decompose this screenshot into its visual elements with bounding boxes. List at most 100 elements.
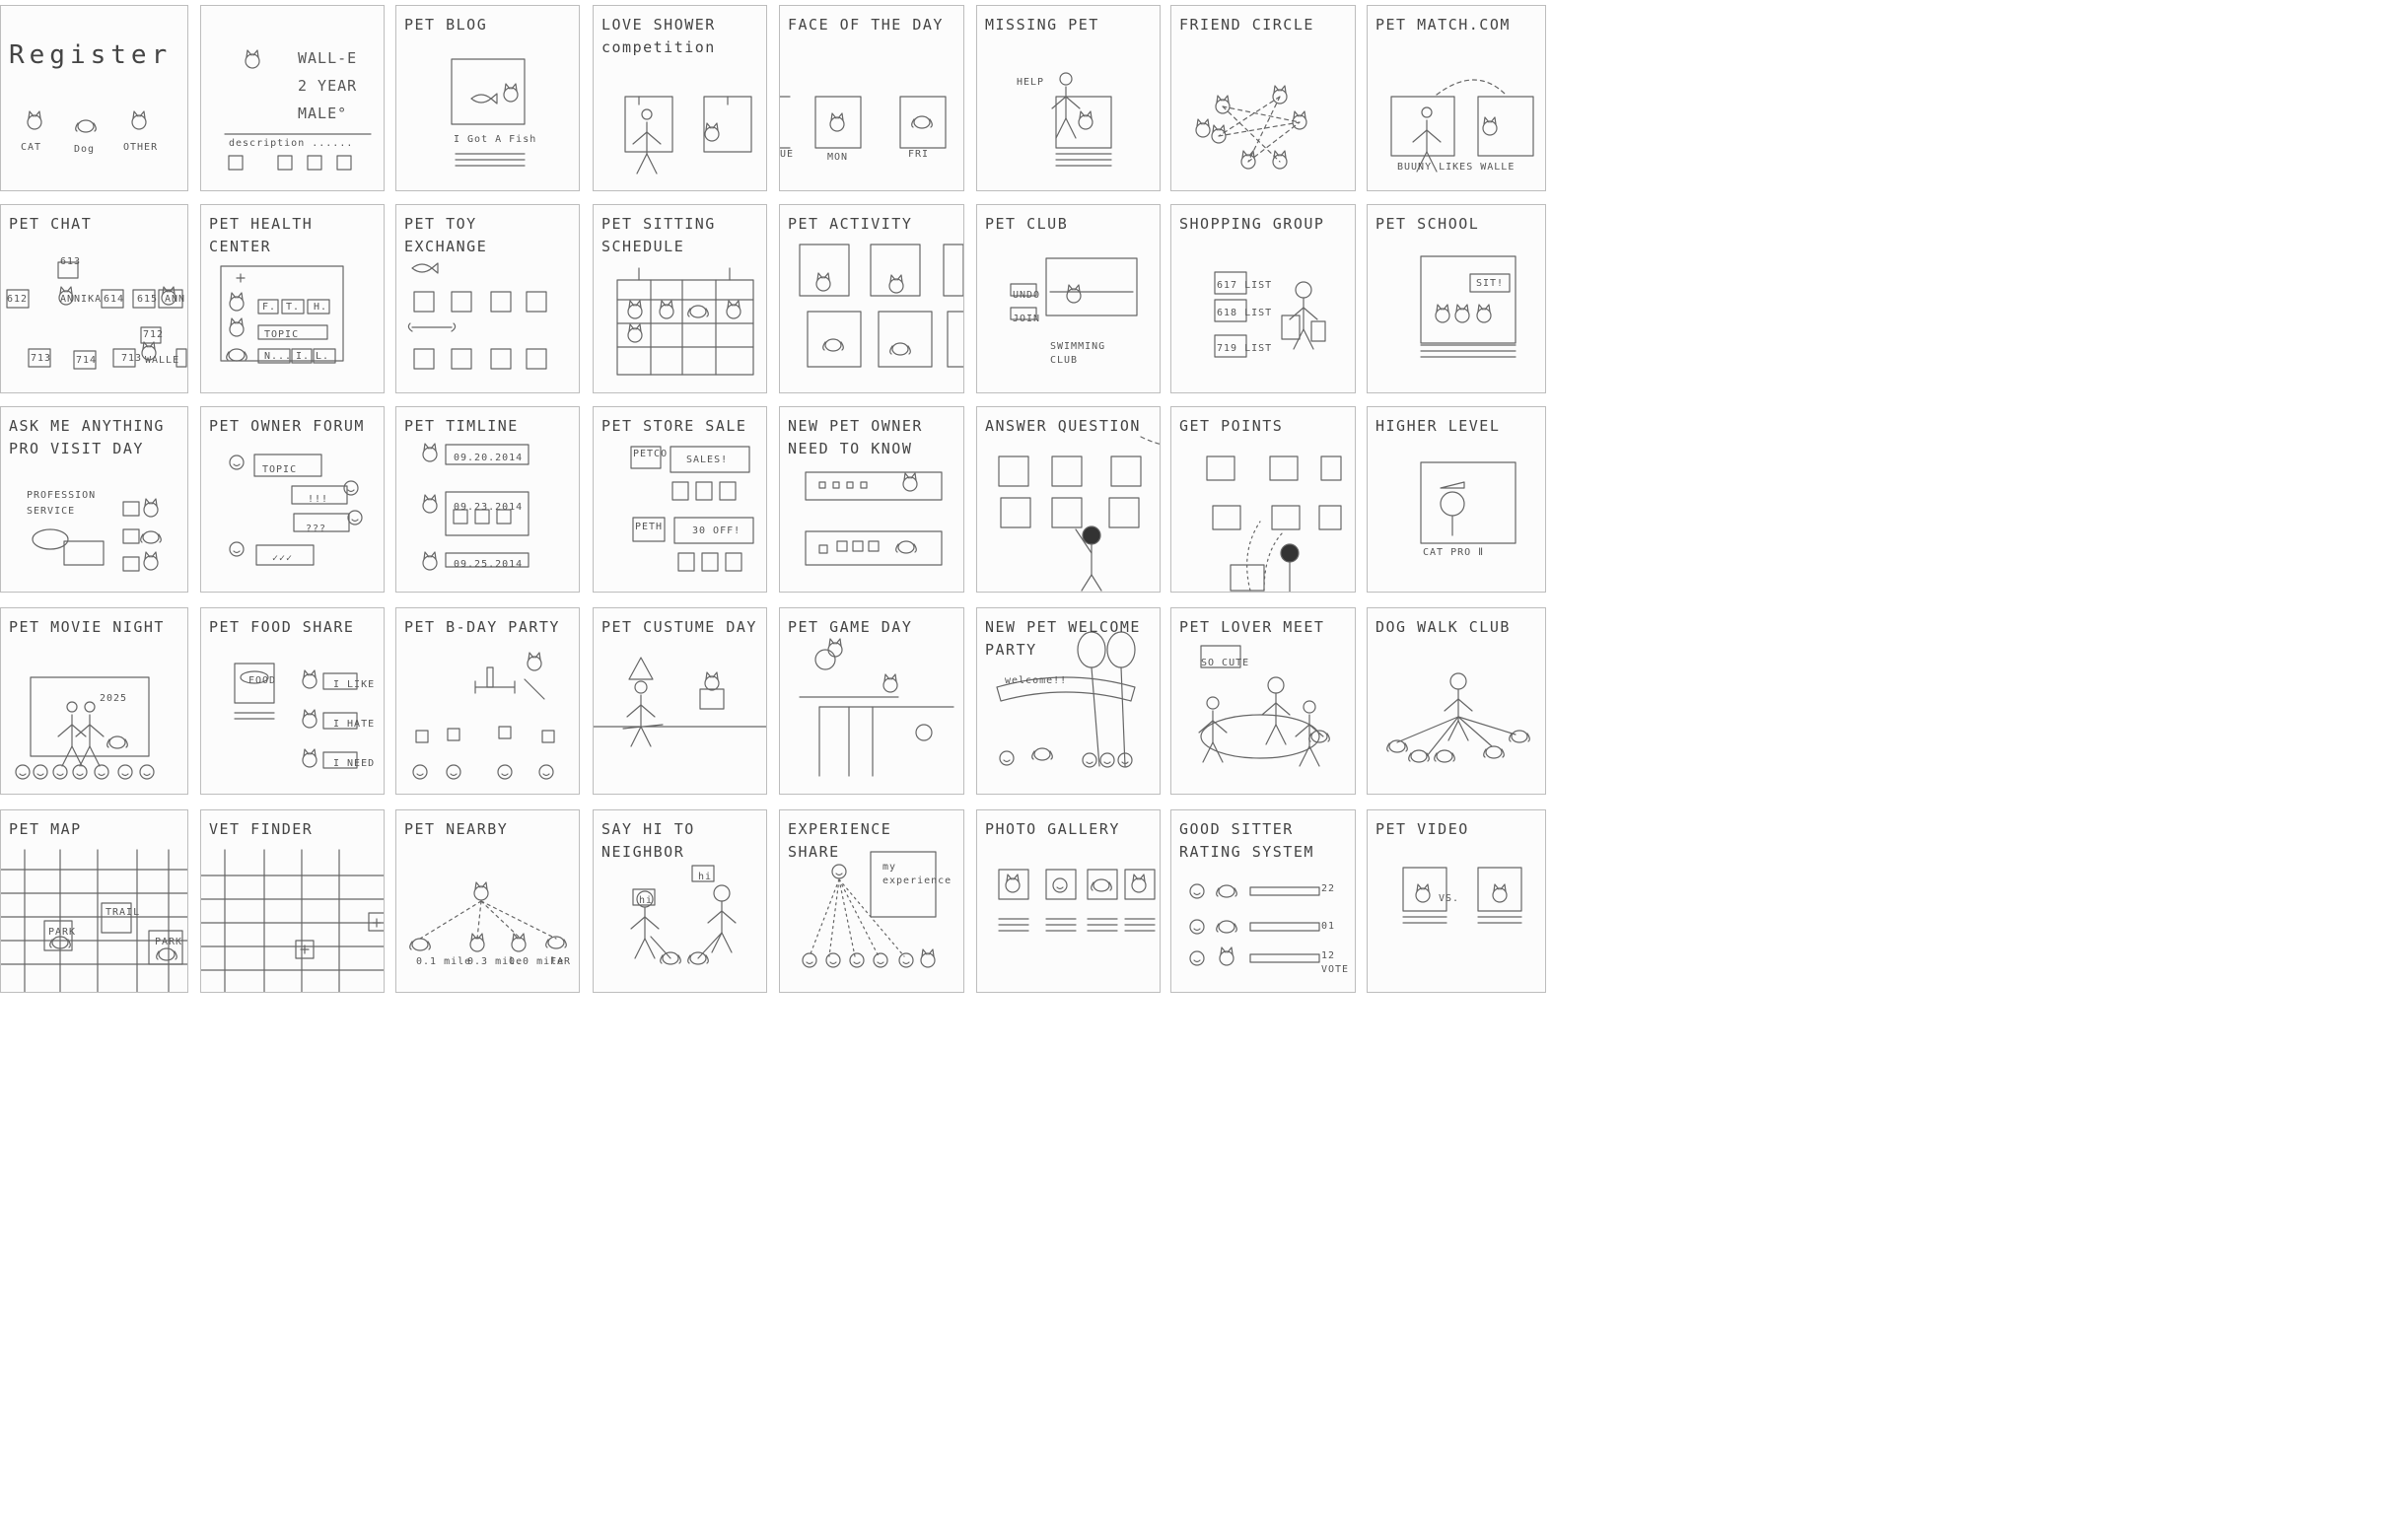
panel-title: MISSING PET [985, 16, 1099, 34]
panel-higher-level: HIGHER LEVEL CAT PRO Ⅱ [1367, 406, 1546, 593]
panel-title: GOOD SITTER RATING SYSTEM [1179, 820, 1314, 862]
panel-answer-question: ANSWER QUESTION [976, 406, 1161, 593]
sketch-label: SIT! [1476, 278, 1505, 289]
panel-face-of-the-day: FACE OF THE DAY UE MON FRI [779, 5, 964, 191]
panel-pet-school: PET SCHOOL SIT! [1367, 204, 1546, 393]
panel-title: PET CUSTUME DAY [601, 618, 757, 636]
panel-title: PET MATCH.COM [1375, 16, 1511, 34]
panel-title: GET POINTS [1179, 417, 1284, 435]
sketch-label: PARK [48, 927, 77, 938]
panel-pet-nearby: PET NEARBY 0.1 mile 0.3 mile 0.0 mile FAR [395, 809, 580, 993]
sketch-label: WALLE [145, 355, 180, 366]
sketch-label: 01 [1321, 921, 1336, 932]
panel-ask-me-anything-pro-visit-day: ASK ME ANYTHING PRO VISIT DAY PROFESSION S… [0, 406, 188, 593]
panel-title: PET CHAT [9, 215, 93, 233]
sketch-label: VS. [1439, 893, 1460, 904]
panel-pet-club: PET CLUB UNDO JOIN SWIMMING CLUB [976, 204, 1161, 393]
panel-title: PET GAME DAY [788, 618, 913, 636]
panel-title: PET BLOG [404, 16, 488, 34]
sketch-label: TOPIC [264, 329, 300, 340]
panel-pet-match-com: PET MATCH.COM BUUNY LIKES WALLE [1367, 5, 1546, 191]
panel-title: SAY HI TO NEIGHBOR [601, 820, 695, 862]
sketch-label: UE [780, 149, 795, 160]
sketch-label: 713 [121, 353, 143, 364]
sketch-label: SERVICE [27, 506, 76, 517]
sketch-label: I Got A Fish [454, 134, 537, 145]
sketch-label: WALL-E [298, 49, 358, 67]
sketch-label: JOIN [1013, 314, 1041, 324]
panel-title: PET HEALTH CENTER [209, 215, 314, 256]
panel-title: PET SCHOOL [1375, 215, 1480, 233]
panel-title: NEW PET OWNER NEED TO KNOW [788, 417, 923, 458]
panel-say-hi-to-neighbor: SAY HI TO NEIGHBOR hi hi [593, 809, 767, 993]
panel-pet-sitting-schedule: PET SITTING SCHEDULE [593, 204, 767, 393]
sketch-label: MON [827, 152, 849, 163]
sketch-label: 613 [60, 256, 82, 267]
panel-title: Register [9, 40, 173, 70]
sketch-label: I NEED [333, 758, 376, 769]
panel-title: ANSWER QUESTION [985, 417, 1141, 435]
panel-title: SHOPPING GROUP [1179, 215, 1325, 233]
sketch-label: 09.25.2014 [454, 559, 524, 570]
sketch-label: 612 [7, 294, 29, 305]
panel-title: PET MAP [9, 820, 82, 838]
panel-good-sitter-rating-system: GOOD SITTER RATING SYSTEM 22 01 12 VOTE [1170, 809, 1356, 993]
sketch-label: SWIMMING [1050, 341, 1106, 352]
sketch-label: PETH [635, 522, 664, 532]
sketch-label: MALE° [298, 105, 348, 122]
sketch-label: 2 YEAR [298, 77, 358, 95]
sketch-drawing [27, 110, 147, 133]
panel-title: PET LOVER MEET [1179, 618, 1325, 636]
sketch-label: T. [286, 302, 301, 313]
sketch-label: 618 LIST [1217, 308, 1273, 318]
panel-title: PET SITTING SCHEDULE [601, 215, 716, 256]
panel-title: PET MOVIE NIGHT [9, 618, 165, 636]
panel-pet-toy-exchange: PET TOY EXCHANGE [395, 204, 580, 393]
panel-pet-profile: WALL-E 2 YEAR MALE° description ...... [200, 5, 385, 191]
panel-pet-food-share: PET FOOD SHARE FOOD I LIKE I HATE I NEED [200, 607, 385, 795]
panel-missing-pet: MISSING PET HELP [976, 5, 1161, 191]
panel-vet-finder: VET FINDER [200, 809, 385, 993]
panel-title: HIGHER LEVEL [1375, 417, 1501, 435]
panel-title: LOVE SHOWER competition [601, 16, 716, 57]
sketch-label: 09.20.2014 [454, 453, 524, 463]
sketch-label: SALES! [686, 455, 729, 465]
sketch-label: F. [262, 302, 277, 313]
sketch-label: 09.23.2014 [454, 502, 524, 513]
panel-get-points: GET POINTS [1170, 406, 1356, 593]
sketch-label: UNDO [1013, 290, 1041, 301]
panel-pet-blog: PET BLOG I Got A Fish [395, 5, 580, 191]
sketch-label: HELP [1017, 77, 1045, 88]
panel-dog-walk-club: DOG WALK CLUB [1367, 607, 1546, 795]
sketch-label: ??? [306, 524, 327, 534]
sketch-label: CLUB [1050, 355, 1079, 366]
panel-pet-health-center: PET HEALTH CENTER F. T. H. TOPIC N... I. L. [200, 204, 385, 393]
sketch-label: hi [698, 872, 713, 882]
sketch-label: BUUNY LIKES WALLE [1397, 162, 1516, 173]
panel-title: PET STORE SALE [601, 417, 747, 435]
panel-title: PHOTO GALLERY [985, 820, 1120, 838]
panel-new-pet-welcome-party: NEW PET WELCOME PARTY welcome!! [976, 607, 1161, 795]
sketch-label: 2025 [100, 693, 128, 704]
sketch-label: PETCO [633, 449, 669, 459]
sketch-label: H. [314, 302, 328, 313]
sketch-label: CAT PRO Ⅱ [1423, 547, 1485, 558]
sketch-label: description ...... [229, 138, 354, 149]
sketch-label: 719 LIST [1217, 343, 1273, 354]
panel-pet-custume-day: PET CUSTUME DAY [593, 607, 767, 795]
panel-pet-b-day-party: PET B-DAY PARTY [395, 607, 580, 795]
panel-new-pet-owner-need-to-know: NEW PET OWNER NEED TO KNOW [779, 406, 964, 593]
panel-title: FRIEND CIRCLE [1179, 16, 1314, 34]
sketch-label: 12 [1321, 950, 1336, 961]
panel-pet-movie-night: PET MOVIE NIGHT 2025 [0, 607, 188, 795]
sketch-label: Dog [74, 144, 96, 155]
sketch-label: PARK [155, 937, 183, 947]
sketch-label: OTHER [123, 142, 159, 153]
sketch-label: hi [639, 895, 654, 906]
sketch-label: CAT [21, 142, 42, 153]
panel-title: PET NEARBY [404, 820, 509, 838]
sketch-label: TRAIL [106, 907, 141, 918]
sketch-label: experience [882, 875, 952, 886]
panel-pet-timline: PET TIMLINE 09.20.2014 09.23.2014 09.25.201… [395, 406, 580, 593]
sketch-label: SO CUTE [1201, 658, 1250, 668]
